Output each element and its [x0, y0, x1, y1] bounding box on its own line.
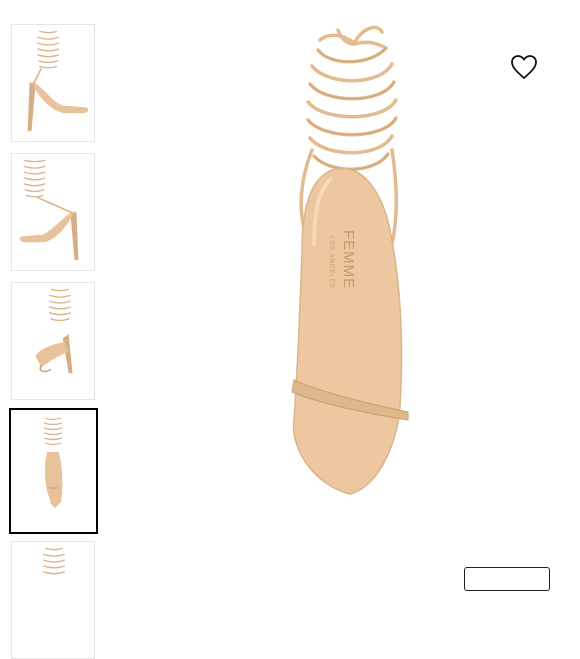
- thumbnail-5[interactable]: [11, 541, 95, 659]
- thumbnail-4-selected[interactable]: [9, 408, 98, 534]
- thumbnail-2[interactable]: [11, 153, 95, 271]
- thumbnail-4-image: [43, 417, 63, 508]
- thumbnail-1[interactable]: [11, 24, 95, 142]
- main-product-image: FEMME LOS ANGELES: [220, 0, 460, 580]
- thumbnail-1-image: [27, 30, 89, 131]
- thumbnail-2-image: [19, 159, 79, 260]
- thumbnail-5-image: [43, 547, 65, 575]
- wishlist-heart-icon[interactable]: [510, 54, 538, 80]
- thumbnail-3[interactable]: [11, 282, 95, 400]
- thumbnail-3-image: [35, 288, 73, 374]
- partial-action-button[interactable]: [464, 567, 550, 591]
- brand-mark: FEMME: [340, 230, 357, 289]
- sandal-top-view: FEMME LOS ANGELES: [291, 25, 409, 495]
- brand-sub: LOS ANGELES: [328, 236, 334, 289]
- thumbnail-rail: [0, 0, 110, 659]
